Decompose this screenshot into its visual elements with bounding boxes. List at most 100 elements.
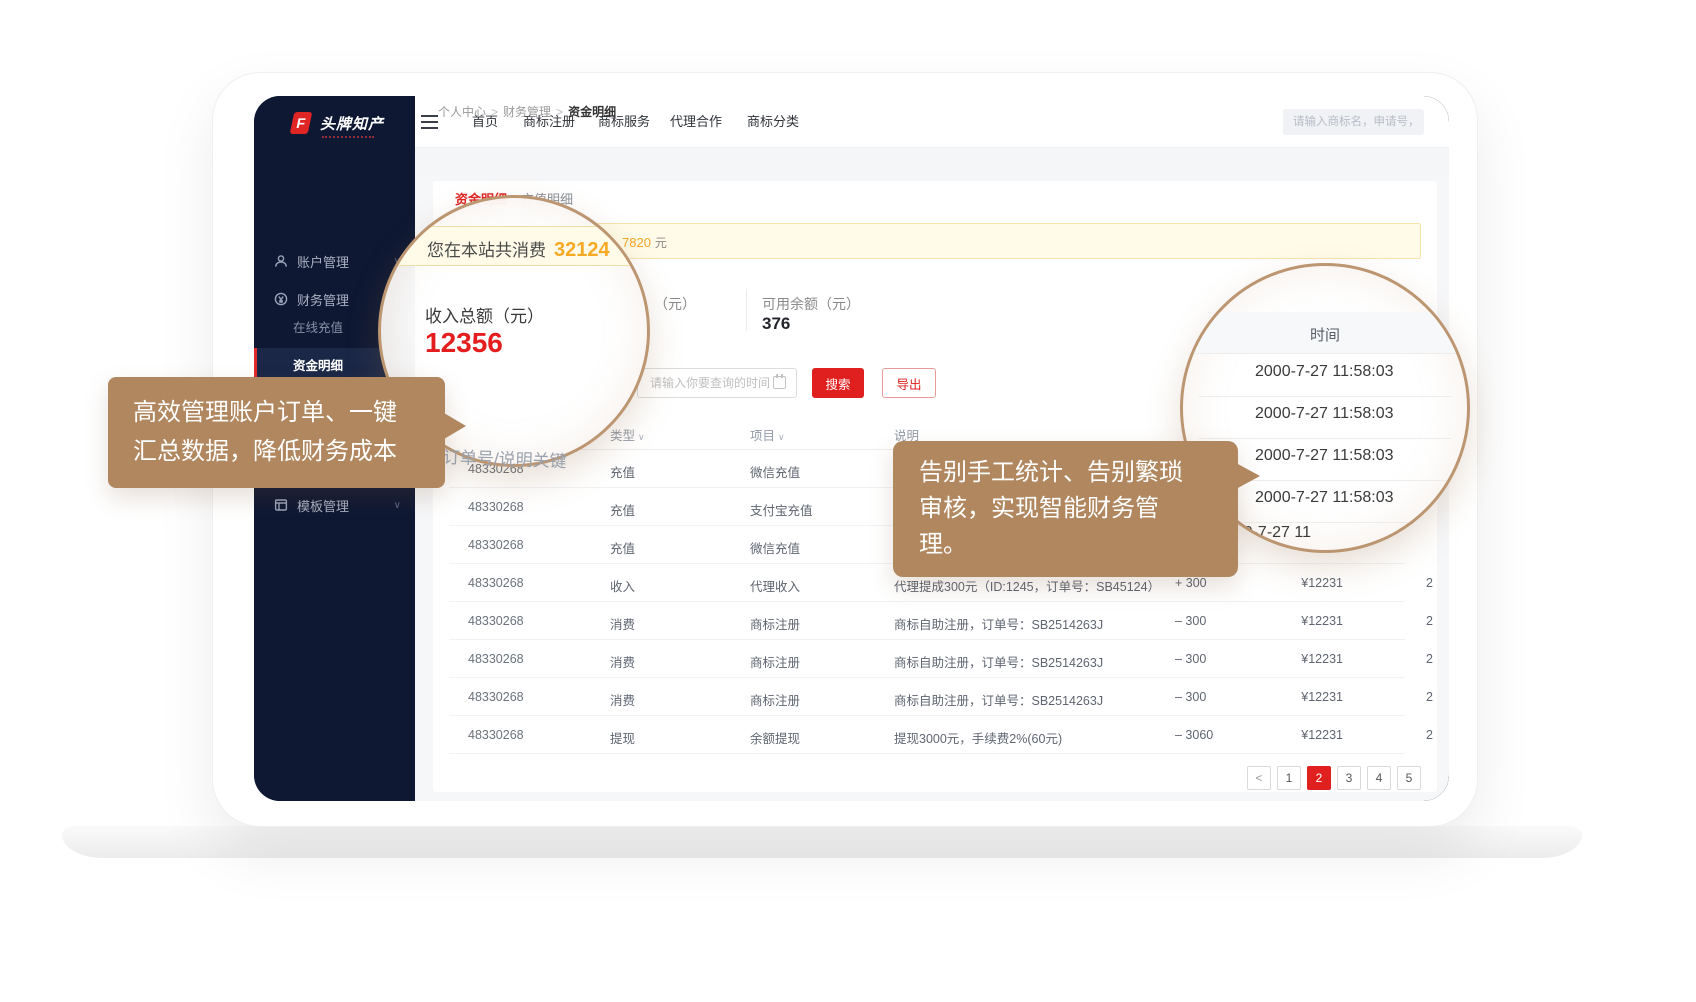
cell-balance: ¥12231	[1263, 576, 1343, 590]
cell-type: 消费	[610, 652, 635, 671]
sidebar-item-label: 账户管理	[297, 252, 349, 271]
nav-agency[interactable]: 代理合作	[670, 113, 722, 131]
logo-text: 头牌知产	[320, 113, 384, 134]
chevron-down-icon: ∨	[394, 500, 401, 511]
cell-desc: 代理提成300元（ID:1245，订单号：SB45124）	[894, 576, 1160, 595]
breadcrumb-part[interactable]: 财务管理	[503, 105, 551, 119]
table-row[interactable]: 48330268 消费 商标注册 商标自助注册，订单号：SB2514263J –…	[449, 602, 1437, 640]
cell-desc: 提现3000元，手续费2%(60元)	[894, 728, 1062, 747]
cell-balance: ¥12231	[1263, 690, 1343, 704]
pagination-page-5[interactable]: 5	[1397, 766, 1421, 790]
table-row[interactable]: 48330268 提现 余额提现 提现3000元，手续费2%(60元) – 30…	[449, 716, 1437, 754]
cell-type: 消费	[610, 614, 635, 633]
tooltip-finance-left: 高效管理账户订单、一键 汇总数据，降低财务成本	[108, 377, 445, 488]
cell-desc: 商标自助注册，订单号：SB2514263J	[894, 690, 1103, 709]
table-header-type[interactable]: 类型∨	[610, 425, 645, 444]
cell-amount: – 300	[1175, 652, 1239, 666]
cell-balance: ¥12231	[1263, 614, 1343, 628]
cell-project: 支付宝充值	[750, 500, 813, 519]
user-icon	[274, 254, 288, 268]
consumption-amount: 32124	[554, 239, 610, 261]
cell-desc: 商标自助注册，订单号：SB2514263J	[894, 614, 1103, 633]
pagination-page-1[interactable]: 1	[1277, 766, 1301, 790]
cell-project: 微信充值	[750, 462, 800, 481]
sidebar-item-label: 模板管理	[297, 496, 349, 515]
export-button[interactable]: 导出	[882, 368, 936, 398]
cell-amount: – 3060	[1175, 728, 1239, 742]
cell-project: 商标注册	[750, 614, 800, 633]
breadcrumb-current: 资金明细	[568, 105, 616, 119]
sidebar-item-template[interactable]: 模板管理 ∨	[254, 488, 415, 522]
table-header-time: 时间	[1183, 324, 1467, 345]
stat-divider	[746, 289, 747, 331]
lens-time-value: 2000-7-27 11:58:03	[1255, 447, 1393, 465]
tooltip-line: 高效管理账户订单、一键	[133, 393, 445, 432]
cell-order: 48330268	[468, 728, 524, 742]
cell-order: 48330268	[468, 500, 524, 514]
balance-value: 376	[762, 314, 790, 334]
lens-time-value: 2000-7-27 11:58:03	[1255, 363, 1393, 381]
cell-desc: 商标自助注册，订单号：SB2514263J	[894, 652, 1103, 671]
cell-project: 商标注册	[750, 690, 800, 709]
stage: F 头牌知产 账户管理 ∨ 财务管理 ∧ 在线充值	[0, 0, 1696, 1002]
breadcrumb: 个人中心>财务管理>资金明细	[438, 103, 616, 120]
table-row[interactable]: 48330268 消费 商标注册 商标自助注册，订单号：SB2514263J –…	[449, 640, 1437, 678]
cell-order: 48330268	[468, 538, 524, 552]
cell-order: 48330268	[468, 614, 524, 628]
tooltip-finance-right: 告别手工统计、告别繁琐 审核，实现智能财务管 理。	[893, 441, 1238, 577]
cell-order: 48330268	[468, 576, 524, 590]
cell-balance: ¥12231	[1263, 652, 1343, 666]
cell-time: 2	[1426, 690, 1433, 704]
cell-amount: – 300	[1175, 690, 1239, 704]
cell-time: 2	[1426, 728, 1433, 742]
pagination-page-3[interactable]: 3	[1337, 766, 1361, 790]
breadcrumb-part[interactable]: 个人中心	[438, 105, 486, 119]
sort-caret-icon: ∨	[778, 432, 785, 442]
income-label: 收入总额（元）	[425, 302, 544, 327]
table-row[interactable]: 48330268 消费 商标注册 商标自助注册，订单号：SB2514263J –…	[449, 678, 1437, 716]
pagination-prev[interactable]: <	[1247, 766, 1271, 790]
sidebar-subitem-label: 资金明细	[293, 355, 343, 374]
sidebar-item-label: 财务管理	[297, 290, 349, 309]
table-header-project[interactable]: 项目∨	[750, 425, 785, 444]
logo[interactable]: F 头牌知产	[290, 108, 384, 138]
cell-project: 代理收入	[750, 576, 800, 595]
cell-type: 提现	[610, 728, 635, 747]
balance-label: 可用余额（元）	[762, 294, 860, 314]
calendar-icon	[773, 376, 786, 389]
search-input[interactable]	[1283, 109, 1424, 135]
cell-type: 充值	[610, 538, 635, 557]
laptop-base	[62, 826, 1582, 858]
income-value: 12356	[425, 327, 503, 359]
lens-time-value: 2000-7-27 11:58:03	[1255, 405, 1393, 423]
lens-banner-text: 您在本站共消费32124	[427, 236, 610, 262]
cell-order: 48330268	[468, 690, 524, 704]
sidebar-subitem-label: 在线充值	[293, 317, 343, 336]
table-header-order: 订单号/说明关键	[443, 443, 568, 472]
pagination-page-4[interactable]: 4	[1367, 766, 1391, 790]
logo-subtext-dots	[322, 136, 374, 138]
template-icon	[274, 498, 288, 512]
menu-icon[interactable]	[421, 115, 438, 129]
search-button[interactable]: 搜索	[812, 368, 864, 398]
cell-time: 2	[1426, 576, 1433, 590]
cell-project: 微信充值	[750, 538, 800, 557]
stat-middle-label-fragment: （元）	[654, 294, 696, 314]
breadcrumb-bar	[415, 148, 1449, 176]
cell-project: 商标注册	[750, 652, 800, 671]
cell-amount: + 300	[1175, 576, 1239, 590]
cell-order: 48330268	[468, 652, 524, 666]
finance-icon	[274, 292, 288, 306]
tooltip-line: 理。	[919, 527, 1238, 563]
logo-icon: F	[290, 112, 314, 134]
lens-time-value: 2000-7-27 11:58:03	[1255, 489, 1393, 507]
sort-caret-icon: ∨	[638, 432, 645, 442]
cell-balance: ¥12231	[1263, 728, 1343, 742]
nav-trademark-category[interactable]: 商标分类	[747, 113, 799, 131]
cell-project: 余额提现	[750, 728, 800, 747]
cell-type: 收入	[610, 576, 635, 595]
pagination-page-2-active[interactable]: 2	[1307, 766, 1331, 790]
cell-type: 充值	[610, 462, 635, 481]
tooltip-line: 告别手工统计、告别繁琐	[919, 455, 1238, 491]
cell-amount: – 300	[1175, 614, 1239, 628]
